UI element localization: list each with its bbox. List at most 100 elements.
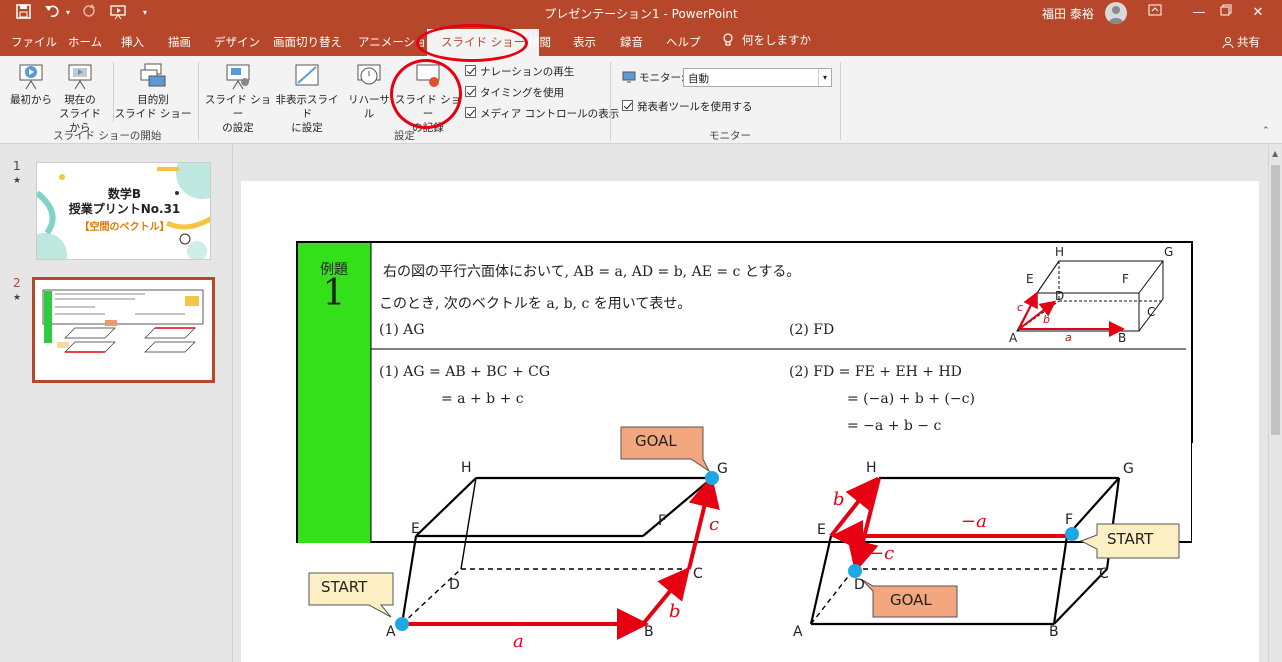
play-narration-checkbox[interactable]: ナレーションの再生 <box>465 64 574 79</box>
monitor-select[interactable]: 自動 ▾ <box>683 68 832 87</box>
from-beginning-button[interactable]: 最初から <box>8 62 54 107</box>
use-timings-checkbox[interactable]: タイミングを使用 <box>465 85 564 100</box>
tab-help[interactable]: ヘルプ <box>666 34 701 50</box>
presenter-view-label: 発表者ツールを使用する <box>637 101 753 113</box>
share-label: 共有 <box>1237 35 1260 49</box>
answer-1-line-2: = a + b + c <box>441 391 524 407</box>
thumb1-title-2: 授業プリントNo.31 <box>68 202 181 216</box>
answer-2-line-1: (2) FD = FE + EH + HD <box>789 364 962 380</box>
close-icon[interactable]: ✕ <box>1250 4 1266 22</box>
left-label-e: E <box>411 521 420 537</box>
tab-file[interactable]: ファイル <box>11 34 57 50</box>
media-controls-label: メディア コントロールの表示 <box>480 108 620 120</box>
question-1: (1) AG <box>379 322 425 338</box>
thumb1-title-3: 【空間のベクトル】 <box>79 222 170 233</box>
small-label-a: A <box>1009 331 1018 345</box>
start-point <box>395 617 409 631</box>
small-label-c: C <box>1147 305 1156 319</box>
tab-design[interactable]: デザイン <box>214 34 260 50</box>
presenter-view-checkbox[interactable]: 発表者ツールを使用する <box>622 99 753 114</box>
tab-home[interactable]: ホーム <box>68 34 102 50</box>
left-label-h: H <box>461 460 472 476</box>
user-name[interactable]: 福田 泰裕 <box>1042 5 1094 22</box>
small-label-e: E <box>1026 272 1034 286</box>
tell-me-search[interactable]: 何をしますか <box>722 32 811 48</box>
thumbnail-miniature <box>42 289 204 353</box>
right-start-callout: START <box>1107 530 1154 548</box>
slideshow-current-icon <box>68 64 92 90</box>
left-label-b: B <box>644 624 654 640</box>
answer-1-line-1: (1) AG = AB + BC + CG <box>379 364 551 380</box>
slide-number-2: 2 <box>13 276 21 290</box>
rehearse-label: リハーサル <box>348 94 390 120</box>
hide-slide-button[interactable]: 非表示スライド に設定 <box>272 62 342 135</box>
custom-label-1: 目的別 <box>137 94 169 106</box>
minimize-icon[interactable]: — <box>1191 4 1207 22</box>
left-vec-b: b <box>669 601 681 622</box>
tab-recording[interactable]: 録音 <box>620 34 643 50</box>
group-label-monitor: モニター <box>709 130 751 142</box>
group-label-start: スライド ショーの開始 <box>53 130 162 142</box>
stopwatch-icon <box>357 64 381 85</box>
left-goal-callout: GOAL <box>635 432 677 450</box>
avatar[interactable] <box>1105 2 1127 24</box>
hide-slide-icon <box>295 64 319 86</box>
right-label-f: F <box>1065 512 1074 528</box>
setup-slideshow-button[interactable]: スライド ショー の設定 <box>204 62 272 135</box>
small-vec-c: c <box>1017 301 1024 314</box>
tab-insert[interactable]: 挿入 <box>121 34 144 50</box>
checkbox-checked <box>465 86 476 97</box>
left-label-c: C <box>693 566 703 582</box>
left-vec-a: a <box>513 631 524 652</box>
slide-thumbnail-2-selected[interactable] <box>32 277 215 383</box>
start-point-right <box>1065 527 1079 541</box>
record-slideshow-button[interactable]: スライド ショー の記録 <box>394 62 462 135</box>
slideshow-start-icon <box>19 64 43 90</box>
share-button[interactable]: 共有 <box>1222 34 1260 50</box>
slide-content <box>296 241 1259 662</box>
right-vec-neg-c: −c <box>869 543 895 564</box>
checkbox-checked <box>622 100 633 111</box>
thumb1-title-1: 数学B <box>107 187 142 201</box>
restore-icon[interactable] <box>1218 4 1234 22</box>
tab-draw[interactable]: 描画 <box>168 34 191 50</box>
slide-thumbnail-1[interactable]: 数学B 授業プリントNo.31 【空間のベクトル】 <box>36 162 211 260</box>
right-vec-neg-a: −a <box>961 511 987 532</box>
scroll-up-icon[interactable]: ▲ <box>1272 149 1278 158</box>
lightbulb-icon <box>723 33 733 46</box>
setup-show-icon <box>226 64 250 90</box>
person-icon <box>1222 37 1234 49</box>
small-label-b: B <box>1118 331 1127 345</box>
right-label-a: A <box>793 624 803 640</box>
ribbon-display-icon[interactable] <box>1147 4 1163 22</box>
left-vec-c: c <box>709 514 720 535</box>
monitor-select-value: 自動 <box>688 73 709 85</box>
powerpoint-window: ▾ ▾ プレゼンテーション1 - PowerPoint 福田 泰裕 — ✕ ファ… <box>0 0 1282 662</box>
monitor-label: モニター: <box>639 72 685 84</box>
rehearse-timings-button[interactable]: リハーサル <box>344 62 394 121</box>
group-separator <box>610 62 611 140</box>
small-label-h: H <box>1055 245 1065 259</box>
tab-transitions[interactable]: 画面切り替え <box>273 34 342 50</box>
ribbon-tabs: ファイル ホーム 挿入 描画 デザイン 画面切り替え アニメーション スライド … <box>0 27 1282 56</box>
left-start-callout: START <box>321 578 368 596</box>
problem-line-2: このとき, 次のベクトルを a, b, c を用いて表せ。 <box>379 296 692 312</box>
right-goal-callout: GOAL <box>890 591 932 609</box>
goal-point-right <box>848 564 862 578</box>
right-vec-b: b <box>833 489 845 510</box>
right-label-d: D <box>854 577 865 593</box>
tab-slide-show[interactable]: スライド ショー <box>427 29 540 56</box>
scrollbar-thumb[interactable] <box>1271 165 1280 435</box>
tab-review[interactable]: 校閲 <box>528 34 551 50</box>
slide-canvas[interactable]: 例題 1 右の図の平行六面体において, AB = a, AD = b, AE =… <box>241 181 1259 662</box>
from-current-button[interactable]: 現在の スライドから <box>54 62 106 135</box>
media-controls-checkbox[interactable]: メディア コントロールの表示 <box>465 106 619 121</box>
right-label-h: H <box>866 460 877 476</box>
vertical-scrollbar[interactable]: ▲ <box>1268 145 1282 662</box>
custom-slideshow-button[interactable]: 目的別 スライド ショー <box>114 62 192 121</box>
example-border <box>296 241 1193 543</box>
collapse-ribbon-icon[interactable]: ⌃ <box>1262 126 1270 136</box>
answer-2-line-3: = −a + b − c <box>847 418 942 434</box>
record-label-1: スライド ショー <box>394 94 462 120</box>
tab-view[interactable]: 表示 <box>573 34 596 50</box>
